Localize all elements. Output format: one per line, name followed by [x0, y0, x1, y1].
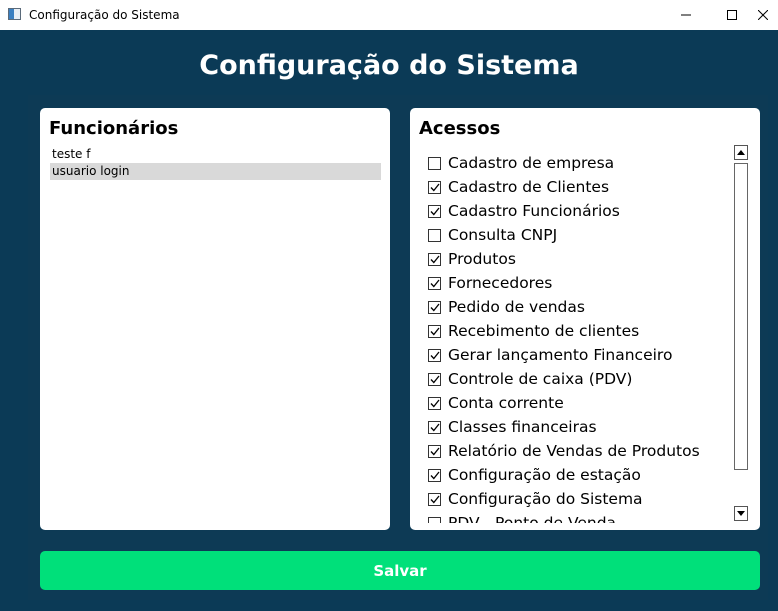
- checkbox-checked[interactable]: [428, 324, 441, 338]
- access-checkbox-item[interactable]: Fornecedores: [428, 271, 738, 295]
- access-item-label: Conta corrente: [448, 394, 564, 412]
- access-scrollbar[interactable]: [732, 144, 751, 524]
- employees-list[interactable]: teste f usuario login: [50, 146, 381, 180]
- access-heading: Acessos: [419, 118, 501, 139]
- checkbox-checked[interactable]: [428, 420, 441, 434]
- access-item-label: Consulta CNPJ: [448, 226, 558, 244]
- employees-panel: Funcionários teste f usuario login: [40, 108, 390, 530]
- access-checkbox-item[interactable]: Cadastro de Clientes: [428, 175, 738, 199]
- checkbox-checked[interactable]: [428, 444, 441, 458]
- access-item-label: Cadastro de empresa: [448, 154, 615, 172]
- checkmark-icon: [430, 303, 440, 311]
- employees-heading: Funcionários: [49, 118, 179, 139]
- checkmark-icon: [430, 495, 440, 503]
- access-checkbox-item[interactable]: Conta corrente: [428, 391, 738, 415]
- checkmark-icon: [430, 447, 440, 455]
- employee-list-item[interactable]: usuario login: [50, 163, 381, 180]
- minimize-icon: [681, 14, 691, 16]
- employee-list-item[interactable]: teste f: [50, 146, 381, 163]
- checkmark-icon: [430, 375, 440, 383]
- access-item-label: Produtos: [448, 250, 516, 268]
- access-item-label: Recebimento de clientes: [448, 322, 640, 340]
- checkmark-icon: [430, 255, 440, 263]
- access-checkbox-item[interactable]: Classes financeiras: [428, 415, 738, 439]
- save-button[interactable]: Salvar: [40, 551, 760, 590]
- window-title: Configuração do Sistema: [29, 8, 180, 22]
- arrow-down-icon: [737, 511, 745, 516]
- page-title: Configuração do Sistema: [199, 50, 579, 81]
- access-item-label: Controle de caixa (PDV): [448, 370, 633, 388]
- checkmark-icon: [430, 327, 440, 335]
- checkbox-checked[interactable]: [428, 180, 441, 194]
- access-item-label: Configuração do Sistema: [448, 490, 643, 508]
- access-item-label: Fornecedores: [448, 274, 553, 292]
- checkmark-icon: [430, 207, 440, 215]
- checkmark-icon: [430, 423, 440, 431]
- access-list: Cadastro de empresa Cadastro de Clientes C…: [428, 151, 738, 523]
- access-checkbox-item[interactable]: Cadastro Funcionários: [428, 199, 738, 223]
- close-icon: [758, 10, 768, 20]
- access-item-label: Configuração de estação: [448, 466, 641, 484]
- checkmark-icon: [430, 351, 440, 359]
- checkbox-unchecked[interactable]: [428, 228, 441, 242]
- close-button[interactable]: [740, 0, 778, 30]
- access-item-label: Relatório de Vendas de Produtos: [448, 442, 700, 460]
- checkbox-checked[interactable]: [428, 252, 441, 266]
- checkmark-icon: [430, 279, 440, 287]
- access-item-label: Cadastro de Clientes: [448, 178, 610, 196]
- checkbox-checked[interactable]: [428, 276, 441, 290]
- access-checkbox-item[interactable]: Cadastro de empresa: [428, 151, 738, 175]
- access-checkbox-item[interactable]: Configuração de estação: [428, 463, 738, 487]
- scroll-up-button[interactable]: [734, 145, 748, 160]
- access-checkbox-item[interactable]: Recebimento de clientes: [428, 319, 738, 343]
- access-checkbox-item[interactable]: Gerar lançamento Financeiro: [428, 343, 738, 367]
- access-checkbox-item[interactable]: Produtos: [428, 247, 738, 271]
- access-checkbox-item[interactable]: Configuração do Sistema: [428, 487, 738, 511]
- access-checkbox-item[interactable]: Pedido de vendas: [428, 295, 738, 319]
- access-item-label: Pedido de vendas: [448, 298, 585, 316]
- scroll-down-button[interactable]: [734, 506, 748, 521]
- access-panel: Acessos Cadastro de empresa Cadastro de C…: [410, 108, 760, 530]
- access-checkbox-item[interactable]: PDV - Ponto de Venda: [428, 511, 738, 523]
- access-checkbox-item[interactable]: Consulta CNPJ: [428, 223, 738, 247]
- checkmark-icon: [430, 183, 440, 191]
- checkbox-checked[interactable]: [428, 300, 441, 314]
- checkbox-checked[interactable]: [428, 492, 441, 506]
- access-checkbox-item[interactable]: Controle de caixa (PDV): [428, 367, 738, 391]
- access-item-label: Cadastro Funcionários: [448, 202, 620, 220]
- checkmark-icon: [430, 399, 440, 407]
- access-item-label: Gerar lançamento Financeiro: [448, 346, 673, 364]
- app-icon: [8, 8, 21, 20]
- scrollbar-thumb[interactable]: [734, 163, 748, 470]
- window-titlebar: Configuração do Sistema: [0, 0, 778, 30]
- checkbox-checked[interactable]: [428, 468, 441, 482]
- checkbox-checked[interactable]: [428, 348, 441, 362]
- checkbox-checked[interactable]: [428, 204, 441, 218]
- access-item-label: PDV - Ponto de Venda: [448, 514, 617, 523]
- checkbox-checked[interactable]: [428, 372, 441, 386]
- checkbox-unchecked[interactable]: [428, 156, 441, 170]
- checkmark-icon: [430, 471, 440, 479]
- access-item-label: Classes financeiras: [448, 418, 597, 436]
- arrow-up-icon: [737, 150, 745, 155]
- access-checkbox-item[interactable]: Relatório de Vendas de Produtos: [428, 439, 738, 463]
- checkbox-checked[interactable]: [428, 396, 441, 410]
- maximize-icon: [727, 10, 737, 20]
- minimize-button[interactable]: [663, 0, 709, 30]
- checkbox-unchecked[interactable]: [428, 516, 441, 523]
